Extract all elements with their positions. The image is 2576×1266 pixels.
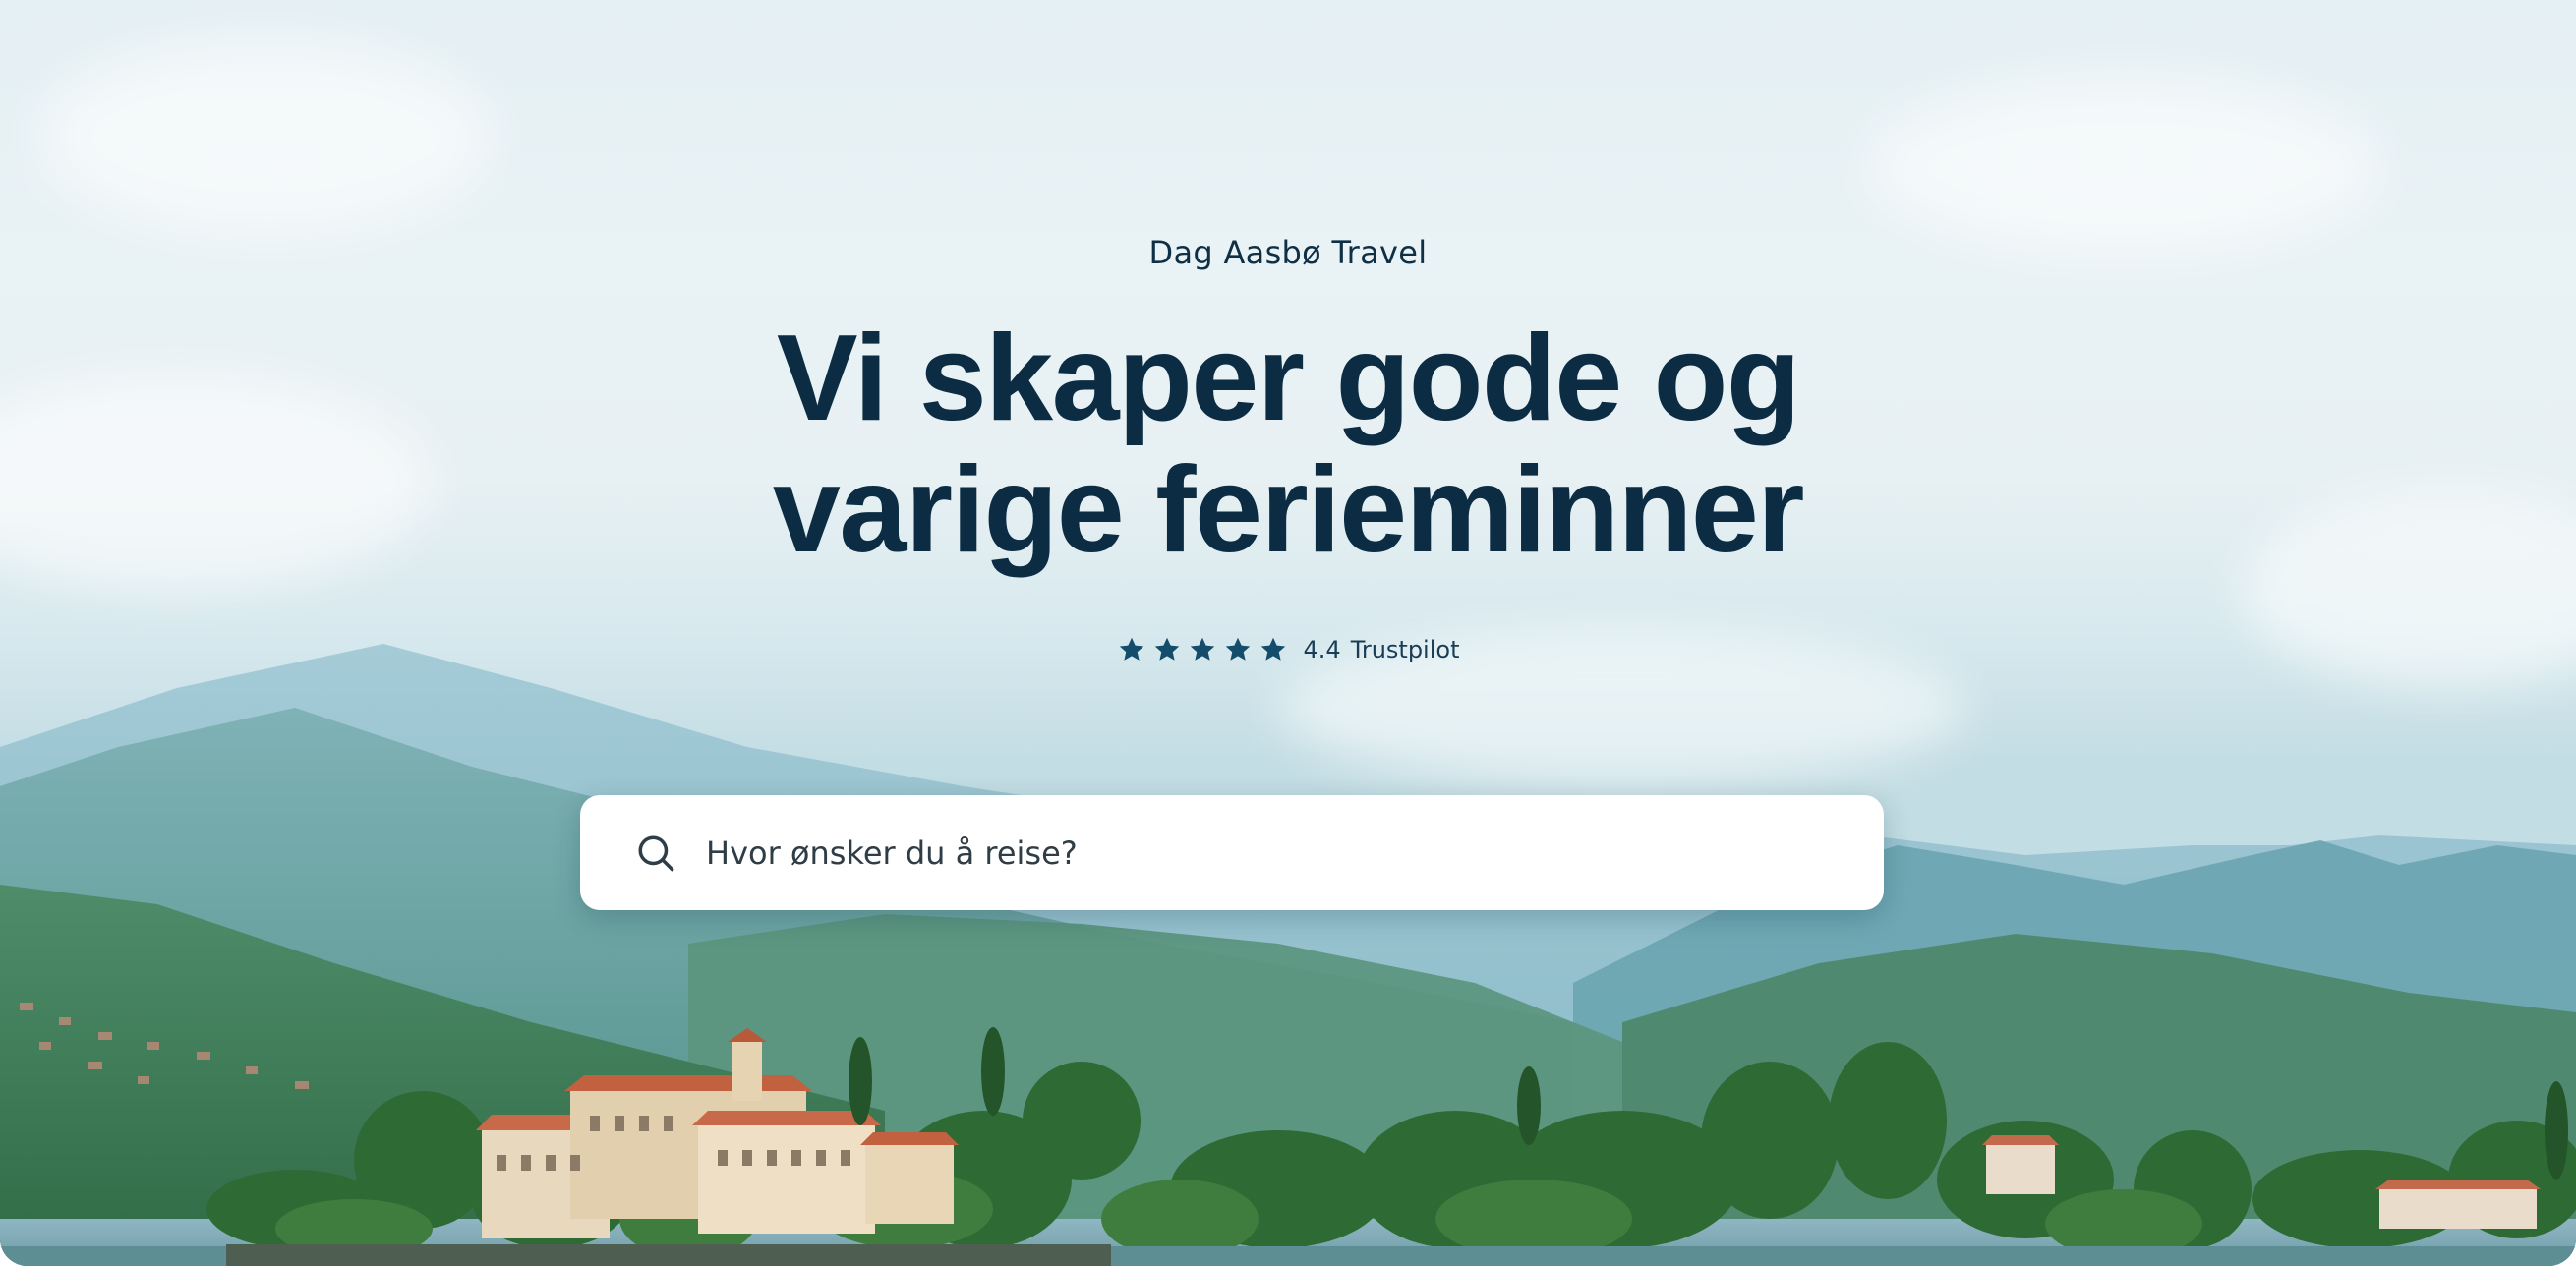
hero-banner: Dag Aasbø Travel Vi skaper gode og varig…: [0, 0, 2576, 1266]
star-icon: [1259, 635, 1288, 664]
star-icon: [1117, 635, 1146, 664]
brand-name: Dag Aasbø Travel: [1148, 234, 1428, 271]
star-icon: [1152, 635, 1182, 664]
search-icon: [635, 833, 676, 874]
headline-line-1: Vi skaper gode og: [776, 311, 1801, 446]
trustpilot-rating[interactable]: 4.4 Trustpilot: [0, 635, 2576, 664]
headline-line-2: varige ferieminner: [772, 442, 1805, 578]
landscape-background: [0, 644, 2576, 1266]
rating-source: Trustpilot: [1350, 636, 1460, 663]
search-input[interactable]: [704, 833, 1789, 873]
rating-score: 4.4: [1303, 636, 1341, 663]
search-bar[interactable]: [580, 795, 1884, 910]
star-icon: [1188, 635, 1217, 664]
star-icon: [1223, 635, 1253, 664]
hero-headline: Vi skaper gode og varige ferieminner: [0, 313, 2576, 576]
rating-stars: [1117, 635, 1288, 664]
